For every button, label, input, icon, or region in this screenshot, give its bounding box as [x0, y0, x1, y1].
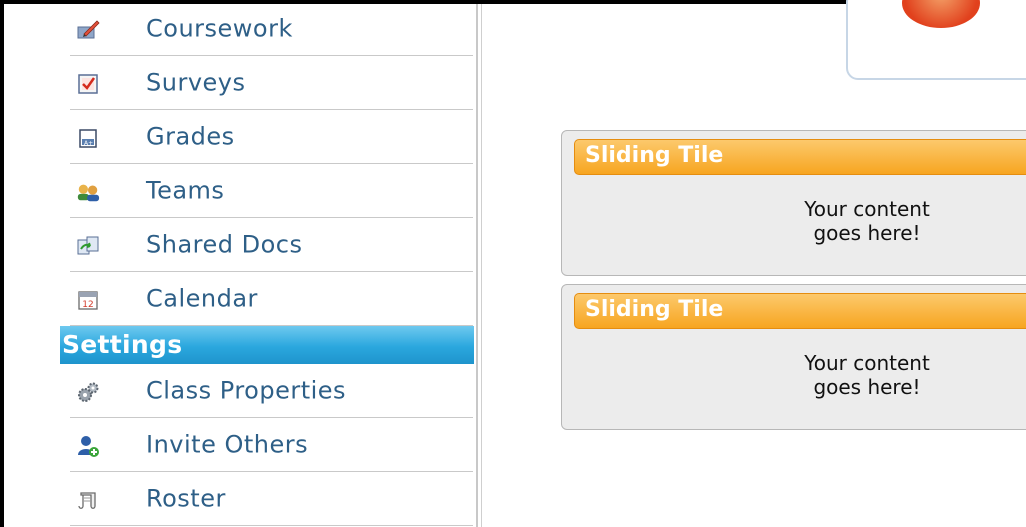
- sidebar-item-label: Shared Docs: [146, 229, 303, 258]
- sidebar-item-roster[interactable]: Roster: [70, 474, 473, 526]
- sidebar-item-label: Invite Others: [146, 429, 309, 458]
- tile-content-line: goes here!: [813, 221, 921, 245]
- sidebar-item-shared-docs[interactable]: Shared Docs: [70, 220, 473, 272]
- gears-icon: [76, 380, 100, 404]
- grade-sheet-icon: A+: [76, 126, 100, 150]
- sidebar-item-surveys[interactable]: Surveys: [70, 58, 473, 110]
- tile-content: Your content goes here!: [752, 197, 982, 245]
- tile-header: Sliding Tile: [574, 293, 1026, 329]
- settings-section-header: Settings: [60, 326, 474, 364]
- panel-divider: [481, 4, 482, 527]
- sliding-tile[interactable]: Sliding Tile Your content goes here!: [561, 130, 1026, 276]
- sidebar-item-class-properties[interactable]: Class Properties: [70, 366, 473, 418]
- sidebar-item-label: Teams: [146, 175, 225, 204]
- calendar-icon: 12: [76, 288, 100, 312]
- scroll-icon: [76, 488, 100, 512]
- tile-content: Your content goes here!: [752, 351, 982, 399]
- tile-title: Sliding Tile: [585, 297, 724, 322]
- tile-content-line: goes here!: [813, 375, 921, 399]
- sidebar-item-grades[interactable]: A+ Grades: [70, 112, 473, 164]
- tile-content-line: Your content: [804, 197, 930, 221]
- sliding-tile[interactable]: Sliding Tile Your content goes here!: [561, 284, 1026, 430]
- people-icon: [76, 180, 100, 204]
- tile-header: Sliding Tile: [574, 139, 1026, 175]
- sidebar-item-calendar[interactable]: 12 Calendar: [70, 274, 473, 326]
- shared-docs-icon: [76, 234, 100, 258]
- sidebar-item-label: Grades: [146, 121, 235, 150]
- svg-text:A+: A+: [84, 140, 93, 147]
- sidebar-item-invite-others[interactable]: Invite Others: [70, 420, 473, 472]
- sidebar-item-label: Coursework: [146, 13, 293, 42]
- tile-title: Sliding Tile: [585, 143, 724, 168]
- calendar-icon-day: 12: [82, 300, 93, 310]
- tile-content-line: Your content: [804, 351, 930, 375]
- sidebar-item-label: Class Properties: [146, 375, 347, 404]
- add-person-icon: [76, 434, 100, 458]
- checklist-icon: [76, 72, 100, 96]
- sidebar-item-coursework[interactable]: Coursework: [70, 4, 473, 56]
- sidebar-item-label: Surveys: [146, 67, 246, 96]
- pencil-paper-icon: [76, 18, 100, 42]
- sidebar-item-label: Calendar: [146, 283, 258, 312]
- section-title: Settings: [62, 330, 183, 359]
- sidebar-item-teams[interactable]: Teams: [70, 166, 473, 218]
- sidebar-item-label: Roster: [146, 483, 226, 512]
